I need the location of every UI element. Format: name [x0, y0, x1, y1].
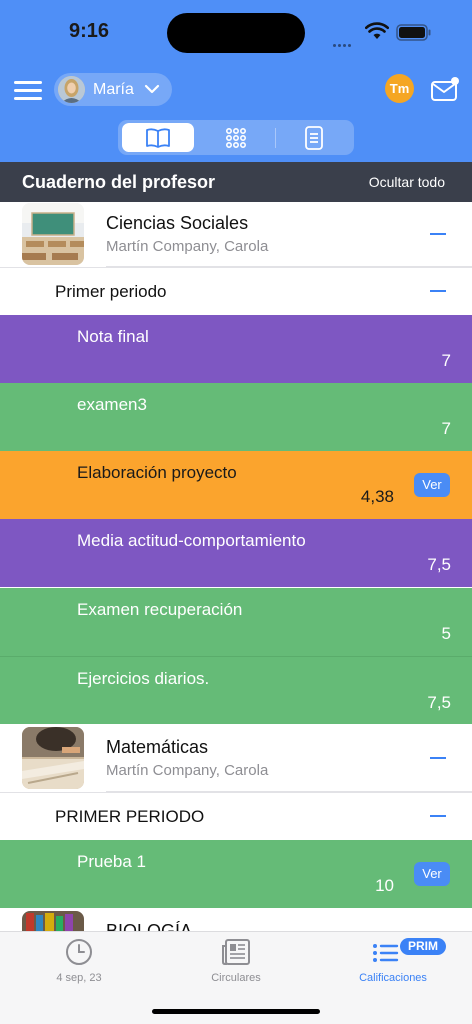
- app-logo-badge[interactable]: Tm: [385, 74, 414, 103]
- subject-teacher: Martín Company, Carola: [106, 762, 269, 779]
- subject-thumbnail: [22, 727, 84, 789]
- user-selector[interactable]: María: [54, 73, 172, 106]
- user-name: María: [93, 81, 134, 98]
- top-header: 9:16 María Tm: [0, 0, 472, 162]
- wifi-icon: [365, 22, 389, 39]
- subject-thumbnail: [22, 203, 84, 265]
- menu-icon[interactable]: [14, 81, 42, 101]
- grade-value: 10: [375, 876, 394, 895]
- subject-name: Ciencias Sociales: [106, 213, 249, 233]
- grade-row[interactable]: Prueba 1 10 Ver: [0, 840, 472, 908]
- collapse-icon[interactable]: [430, 290, 446, 292]
- book-icon: [146, 127, 170, 148]
- tab-calificaciones[interactable]: Calificaciones: [318, 932, 468, 992]
- grade-row[interactable]: Media actitud-comportamiento 7,5: [0, 519, 472, 587]
- battery-icon: [396, 24, 431, 41]
- view-segmented-control: [118, 120, 354, 155]
- view-button[interactable]: Ver: [414, 862, 450, 886]
- subject-name: Matemáticas: [106, 737, 209, 757]
- collapse-icon[interactable]: [430, 757, 446, 759]
- cellular-signal-icon: [333, 34, 357, 47]
- collapse-icon[interactable]: [430, 233, 446, 235]
- tab-date[interactable]: 4 sep, 23: [4, 932, 154, 992]
- segment-grid[interactable]: [200, 123, 272, 152]
- grade-value: 5: [441, 624, 451, 643]
- section-header: Cuaderno del profesor Ocultar todo: [0, 162, 472, 202]
- grade-name: Ejercicios diarios.: [77, 669, 210, 688]
- section-title: Cuaderno del profesor: [22, 172, 216, 192]
- mail-icon[interactable]: [430, 76, 460, 102]
- subject-row[interactable]: Matemáticas Martín Company, Carola: [0, 727, 472, 791]
- status-time: 9:16: [69, 20, 110, 42]
- grade-row[interactable]: Ejercicios diarios. 7,5: [0, 656, 472, 724]
- period-name: Primer periodo: [55, 282, 167, 301]
- grade-name: Media actitud-comportamiento: [77, 531, 306, 550]
- period-row[interactable]: PRIMER PERIODO: [0, 792, 472, 840]
- grade-name: Nota final: [77, 327, 149, 346]
- subject-row[interactable]: BIOLOGÍA: [0, 911, 472, 931]
- subject-name: BIOLOGÍA: [106, 921, 193, 931]
- grade-name: examen3: [77, 395, 147, 414]
- grade-name: Examen recuperación: [77, 600, 243, 619]
- grade-row[interactable]: Examen recuperación 5: [0, 588, 472, 656]
- tab-label: Circulares: [211, 972, 261, 984]
- home-indicator: [152, 1009, 320, 1014]
- grade-value: 7: [441, 351, 451, 370]
- view-button[interactable]: Ver: [414, 473, 450, 497]
- dynamic-island: [167, 13, 305, 53]
- segment-document[interactable]: [278, 123, 350, 152]
- grade-name: Prueba 1: [77, 852, 146, 871]
- avatar: [58, 76, 85, 103]
- grade-value: 4,38: [360, 487, 394, 506]
- status-bar: 9:16: [0, 0, 472, 60]
- grade-value: 7: [441, 419, 451, 438]
- grade-row[interactable]: Nota final 7: [0, 315, 472, 383]
- grade-row[interactable]: Elaboración proyecto 4,38 Ver: [0, 451, 472, 519]
- newspaper-icon: [222, 939, 250, 965]
- list-icon: [372, 944, 398, 962]
- nav-bar: María Tm: [0, 68, 472, 112]
- document-icon: [305, 125, 323, 150]
- subject-row[interactable]: Ciencias Sociales Martín Company, Carola: [0, 203, 472, 267]
- segment-divider: [275, 128, 276, 148]
- hide-all-button[interactable]: Ocultar todo: [369, 174, 445, 190]
- chevron-down-icon: [144, 84, 160, 94]
- period-row[interactable]: Primer periodo: [0, 267, 472, 315]
- grade-value: 7,5: [427, 555, 451, 574]
- collapse-icon[interactable]: [430, 815, 446, 817]
- grade-value: 7,5: [427, 693, 451, 712]
- subject-thumbnail: [22, 911, 84, 931]
- grade-row[interactable]: examen3 7: [0, 383, 472, 451]
- grid-icon: [225, 127, 247, 148]
- tab-label: Calificaciones: [359, 972, 427, 984]
- period-name: PRIMER PERIODO: [55, 807, 205, 826]
- grade-name: Elaboración proyecto: [77, 463, 237, 482]
- tab-label: 4 sep, 23: [56, 972, 102, 984]
- subject-teacher: Martín Company, Carola: [106, 238, 269, 255]
- segment-book[interactable]: [122, 123, 194, 152]
- period-badge: PRIM: [400, 938, 446, 955]
- clock-icon: [66, 939, 92, 965]
- tab-circulares[interactable]: Circulares: [161, 932, 311, 992]
